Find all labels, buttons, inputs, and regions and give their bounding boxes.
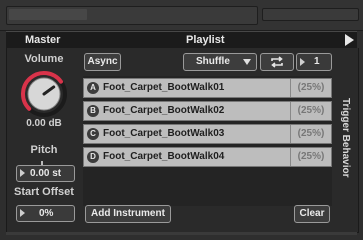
item-weight: (25%) (290, 79, 331, 97)
item-letter-badge: B (87, 105, 99, 117)
item-name: Foot_Carpet_BootWalk03 (103, 128, 225, 139)
loop-button[interactable] (260, 53, 294, 71)
top-slider[interactable] (6, 6, 258, 25)
item-weight: (25%) (290, 125, 331, 143)
playlist-panel: Volume 0.00 dB Pitch 0.00 st Start Offse… (6, 48, 359, 233)
repeat-icon (271, 56, 283, 68)
item-name: Foot_Carpet_BootWalk01 (103, 82, 225, 93)
item-letter-badge: C (87, 128, 99, 140)
collapse-arrow-icon[interactable] (345, 34, 354, 46)
item-letter-badge: A (87, 82, 99, 94)
pitch-field[interactable]: 0.00 st (16, 161, 75, 182)
play-arrow-icon (20, 169, 25, 177)
playlist-item[interactable]: C Foot_Carpet_BootWalk03 (25%) (83, 124, 332, 144)
volume-label: Volume (24, 53, 64, 65)
pitch-label: Pitch (30, 144, 58, 156)
window-frame: Master Playlist Volume 0.00 dB Pitch 0.0… (0, 0, 363, 240)
playback-mode-value: Shuffle (196, 56, 230, 67)
playlist-title: Playlist (186, 34, 225, 46)
pitch-tick-marker (41, 161, 43, 165)
add-instrument-button[interactable]: Add Instrument (85, 205, 171, 223)
trigger-behavior-tab[interactable]: Trigger Behavior (338, 98, 354, 218)
play-arrow-icon (300, 58, 305, 66)
bottom-edge (6, 232, 357, 235)
count-field[interactable]: 1 (296, 53, 332, 71)
item-weight: (25%) (290, 102, 331, 120)
pitch-value: 0.00 st (30, 168, 62, 179)
playlist-item[interactable]: B Foot_Carpet_BootWalk02 (25%) (83, 101, 332, 121)
item-weight: (25%) (290, 148, 331, 166)
item-name: Foot_Carpet_BootWalk04 (103, 151, 225, 162)
playback-mode-dropdown[interactable]: Shuffle (183, 53, 257, 71)
play-arrow-icon (20, 209, 25, 217)
chevron-down-icon (243, 59, 251, 65)
count-value: 1 (314, 56, 320, 67)
volume-value: 0.00 dB (26, 118, 62, 129)
playlist-item[interactable]: D Foot_Carpet_BootWalk04 (25%) (83, 147, 332, 167)
playlist-list: A Foot_Carpet_BootWalk01 (25%) B Foot_Ca… (83, 76, 332, 206)
start-offset-value: 0% (39, 208, 54, 219)
async-button[interactable]: Async (84, 53, 121, 71)
start-offset-field[interactable]: 0% (16, 205, 75, 222)
volume-knob[interactable] (20, 70, 68, 118)
clear-button[interactable]: Clear (294, 205, 330, 223)
section-header: Master Playlist (6, 31, 357, 49)
top-toolbar-strip (0, 0, 363, 31)
playlist-item[interactable]: A Foot_Carpet_BootWalk01 (25%) (83, 78, 332, 98)
master-column: Volume 0.00 dB Pitch 0.00 st Start Offse… (7, 48, 81, 232)
trigger-behavior-label: Trigger Behavior (340, 98, 351, 178)
top-field[interactable] (262, 8, 359, 21)
item-letter-badge: D (87, 151, 99, 163)
start-offset-label: Start Offset (14, 186, 74, 198)
item-name: Foot_Carpet_BootWalk02 (103, 105, 225, 116)
master-title: Master (25, 34, 61, 46)
